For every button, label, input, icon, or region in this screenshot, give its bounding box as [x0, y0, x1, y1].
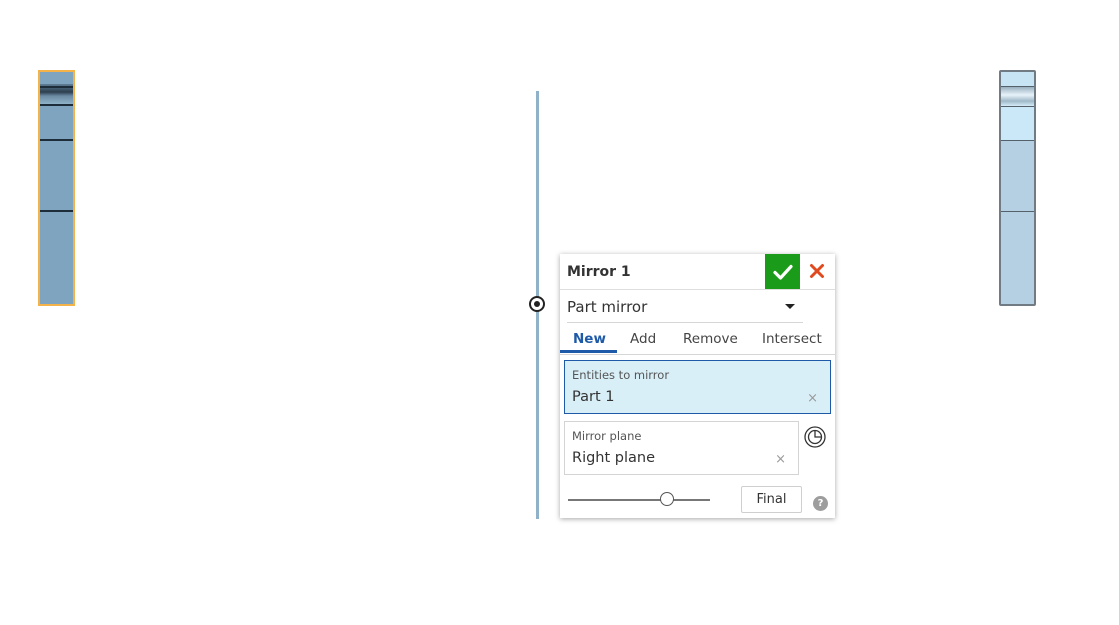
tab-remove[interactable]: Remove [683, 331, 738, 347]
part-edge [1001, 86, 1034, 87]
tab-add[interactable]: Add [630, 331, 656, 347]
part-edge [1001, 140, 1034, 141]
field-label: Mirror plane [572, 429, 642, 443]
help-icon[interactable]: ? [813, 496, 828, 511]
cancel-button[interactable] [806, 260, 828, 282]
slider-track [568, 499, 710, 501]
final-button[interactable]: Final [741, 486, 802, 513]
plane-select-icon[interactable] [803, 425, 827, 449]
part-edge [1001, 106, 1034, 107]
dialog-title: Mirror 1 [567, 264, 631, 280]
checkmark-icon [772, 264, 793, 280]
render-quality-slider[interactable] [568, 492, 710, 508]
close-icon [810, 264, 824, 278]
mirror-feature-dialog: Mirror 1 Part mirror New Add Remove Inte… [560, 254, 835, 518]
part-shading [1001, 86, 1034, 106]
field-value: Part 1 [572, 389, 615, 405]
mirrored-part-preview [999, 70, 1036, 306]
mirror-type-value: Part mirror [567, 298, 648, 316]
clear-icon[interactable]: × [807, 391, 818, 406]
field-value: Right plane [572, 450, 656, 466]
slider-thumb[interactable] [660, 492, 675, 506]
part-face [1001, 72, 1034, 86]
accept-button[interactable] [765, 254, 800, 289]
active-tab-indicator [560, 350, 617, 353]
chevron-down-icon [785, 304, 795, 309]
mirror-type-dropdown[interactable]: Part mirror [567, 290, 803, 323]
part-edge [40, 210, 73, 212]
entities-to-mirror-field[interactable]: Entities to mirror Part 1 × [564, 360, 831, 414]
clear-icon[interactable]: × [775, 452, 786, 467]
part-edge [1001, 211, 1034, 212]
original-part[interactable] [38, 70, 75, 306]
target-icon[interactable] [529, 296, 545, 312]
part-edge [40, 139, 73, 141]
tab-intersect[interactable]: Intersect [762, 331, 822, 347]
part-edge [40, 86, 73, 88]
part-edge [40, 104, 73, 106]
mirror-plane-field[interactable]: Mirror plane Right plane × [564, 421, 799, 475]
part-face [1001, 106, 1034, 140]
tab-new[interactable]: New [573, 331, 606, 347]
field-label: Entities to mirror [572, 368, 670, 382]
